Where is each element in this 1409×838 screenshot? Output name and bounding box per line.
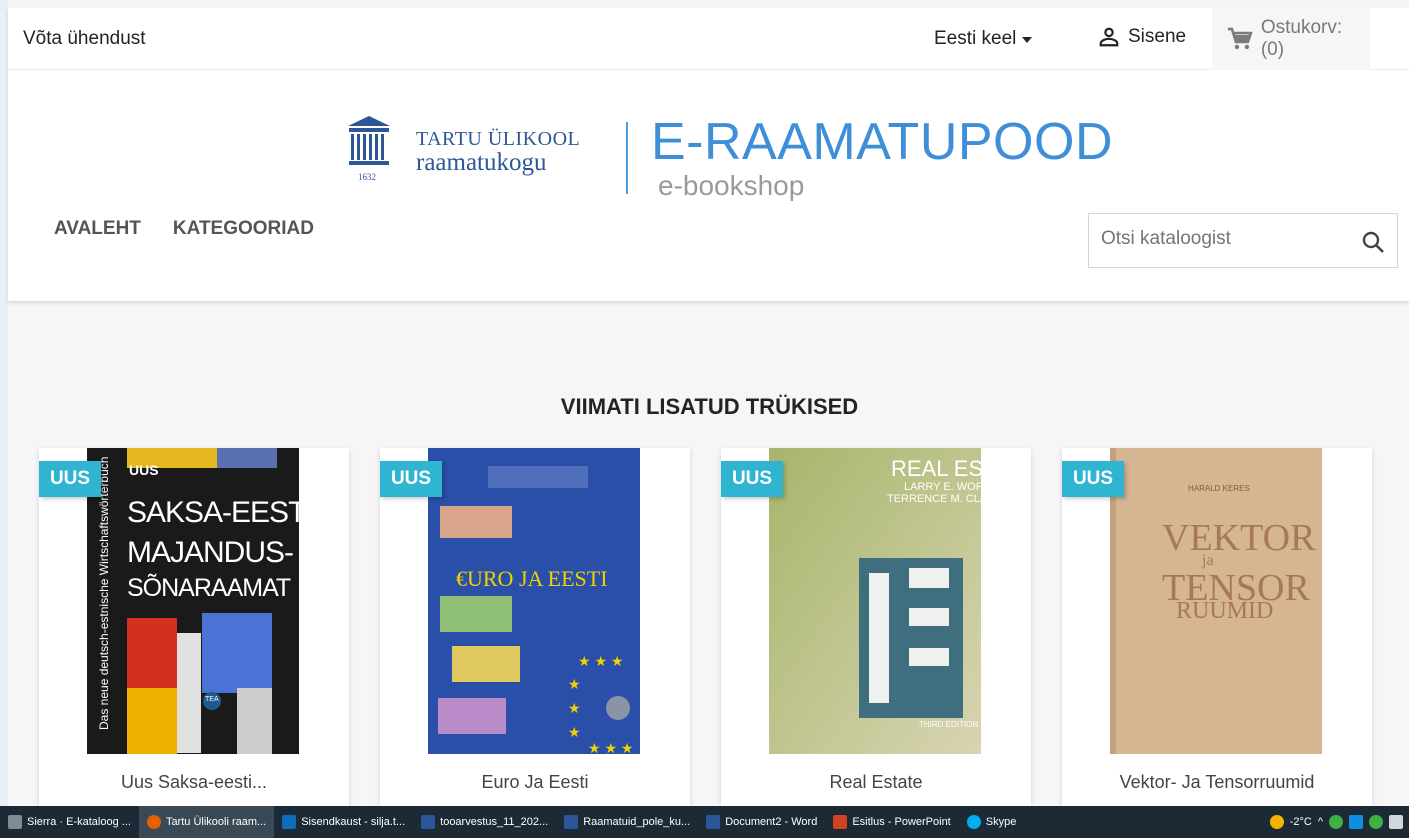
login-label: Sisene	[1128, 26, 1187, 47]
cover-spine-text: Das neue deutsch-estnische Wirtschaftswö…	[97, 456, 111, 730]
logo-year: 1632	[358, 172, 376, 182]
cover-text: MAJANDUS-	[127, 536, 294, 569]
word-icon	[421, 815, 436, 829]
product-title[interactable]: Real Estate	[721, 754, 1031, 806]
logo-shop-subtitle: e-bookshop	[658, 170, 805, 201]
taskbar-label: Skype	[985, 816, 1017, 828]
powerpoint-icon	[833, 815, 848, 829]
cart-icon	[1227, 27, 1253, 50]
word-icon	[564, 815, 579, 829]
logo-institution-line1: TARTU ÜLIKOOL	[416, 128, 581, 150]
sierra-app-icon	[8, 815, 22, 829]
taskbar-item-word-2[interactable]: Raamatuid_pole_ku...	[556, 806, 698, 838]
chevron-up-icon[interactable]: ^	[1318, 816, 1323, 828]
product-title[interactable]: Uus Saksa-eesti...	[39, 754, 349, 806]
new-badge: UUS	[39, 461, 101, 497]
taskbar-label: Raamatuid_pole_ku...	[583, 816, 691, 828]
product-cover-image[interactable]: REAL ESTATE LARRY E. WOFFORD TERRENCE M.…	[769, 448, 981, 754]
menu-item-categories[interactable]: KATEGOORIAD	[173, 218, 314, 240]
skype-icon	[966, 815, 981, 829]
firefox-icon	[146, 815, 161, 829]
menu-item-home[interactable]: AVALEHT	[54, 218, 141, 240]
logo-shop-name: E-RAAMATUPOOD	[651, 113, 1114, 171]
product-card[interactable]: REAL ESTATE LARRY E. WOFFORD TERRENCE M.…	[721, 448, 1031, 806]
product-title[interactable]: Vektor- Ja Tensorruumid	[1062, 754, 1372, 806]
star-icon: ★	[568, 676, 581, 692]
cover-text: HARALD KERES	[1188, 484, 1250, 493]
language-selector[interactable]: Eesti keel	[934, 28, 1033, 50]
star-icon: ★	[568, 724, 581, 740]
browser-top-strip	[0, 0, 1409, 8]
cart-button[interactable]: Ostukorv: (0)	[1212, 8, 1370, 70]
weather-temp: -2°C	[1289, 816, 1312, 828]
cover-text: VEKTOR	[1162, 517, 1316, 559]
notification-icon[interactable]	[1389, 815, 1403, 829]
contact-link[interactable]: Võta ühendust	[23, 28, 146, 50]
search-icon[interactable]	[1361, 230, 1385, 254]
section-title: VIIMATI LISATUD TRÜKISED	[560, 394, 859, 419]
product-cover-image[interactable]: HARALD KERES VEKTOR ja TENSOR RUUMID	[1110, 448, 1322, 754]
taskbar-label: Sisendkaust - silja.t...	[301, 816, 406, 828]
cover-text: UUS	[129, 462, 159, 478]
caret-down-icon	[1022, 37, 1033, 43]
onedrive-icon[interactable]	[1349, 815, 1363, 829]
user-icon	[1099, 27, 1119, 47]
weather-icon[interactable]	[1269, 815, 1284, 829]
star-icon: ★	[568, 700, 581, 716]
cover-text: LARRY E. WOFFORD	[904, 481, 981, 493]
taskbar-label: Tartu Ülikooli raam...	[165, 816, 267, 828]
cover-text: SÕNARAAMAT	[127, 574, 291, 602]
product-cover-image[interactable]: €URO JA EESTI ★ ★ ★ ★ ★ ★ ★ ★ ★	[428, 448, 640, 754]
taskbar-item-word-3[interactable]: Document2 - Word	[698, 806, 825, 838]
top-nav: Võta ühendust Eesti keel Sisene Ostukorv…	[8, 8, 1409, 70]
cover-text: SAKSA-EESTI	[127, 496, 299, 529]
logo-divider	[626, 122, 628, 194]
cover-text: RUUMID	[1176, 598, 1274, 624]
product-card[interactable]: €URO JA EESTI ★ ★ ★ ★ ★ ★ ★ ★ ★ UUS Euro…	[380, 448, 690, 806]
taskbar-item-outlook[interactable]: Sisendkaust - silja.t...	[274, 806, 413, 838]
search-box	[1088, 213, 1398, 268]
system-tray: -2°C ^	[1269, 806, 1403, 838]
windows-taskbar: Sierra · E-kataloog ... Tartu Ülikooli r…	[0, 806, 1409, 838]
cover-text: REAL ESTATE	[891, 456, 981, 481]
cart-label: Ostukorv: (0)	[1260, 17, 1343, 60]
new-badge: UUS	[1062, 461, 1124, 497]
taskbar-item-skype[interactable]: Skype	[959, 806, 1025, 838]
product-card[interactable]: UUS SAKSA-EESTI MAJANDUS- SÕNARAAMAT Das…	[39, 448, 349, 806]
logo-institution-line2: raamatukogu	[416, 149, 547, 176]
search-input[interactable]	[1101, 228, 1341, 250]
main-menu: AVALEHT KATEGOORIAD	[54, 218, 314, 240]
login-link[interactable]: Sisene	[1098, 26, 1186, 48]
security-icon[interactable]	[1329, 815, 1343, 829]
new-badge: UUS	[380, 461, 442, 497]
taskbar-item-firefox[interactable]: Tartu Ülikooli raam...	[138, 806, 275, 838]
new-badge: UUS	[721, 461, 783, 497]
cover-text: €URO JA EESTI	[456, 566, 608, 591]
taskbar-label: Document2 - Word	[725, 816, 818, 828]
word-icon	[706, 815, 721, 829]
product-title[interactable]: Euro Ja Eesti	[380, 754, 690, 806]
star-icon: ★ ★ ★	[588, 740, 634, 754]
taskbar-item-sierra[interactable]: Sierra · E-kataloog ...	[0, 806, 139, 838]
taskbar-item-powerpoint[interactable]: Esitlus - PowerPoint	[825, 806, 958, 838]
star-icon: ★ ★ ★	[578, 653, 624, 669]
product-card[interactable]: HARALD KERES VEKTOR ja TENSOR RUUMID UUS…	[1062, 448, 1372, 806]
product-cover-image[interactable]: UUS SAKSA-EESTI MAJANDUS- SÕNARAAMAT Das…	[87, 448, 299, 754]
taskbar-label: tooarvestus_11_202...	[440, 816, 549, 828]
site-header: Võta ühendust Eesti keel Sisene Ostukorv…	[8, 8, 1409, 301]
cover-text: TERRENCE M. CLAURETIE	[887, 493, 981, 505]
taskbar-label: Esitlus - PowerPoint	[852, 816, 951, 828]
sync-icon[interactable]	[1369, 815, 1383, 829]
taskbar-label: Sierra · E-kataloog ...	[27, 816, 131, 828]
taskbar-item-word-1[interactable]: tooarvestus_11_202...	[413, 806, 556, 838]
publisher-logo: TEA	[205, 696, 219, 703]
outlook-icon	[282, 815, 297, 829]
cover-text: THIRD EDITION	[919, 720, 979, 729]
language-label: Eesti keel	[934, 28, 1017, 49]
